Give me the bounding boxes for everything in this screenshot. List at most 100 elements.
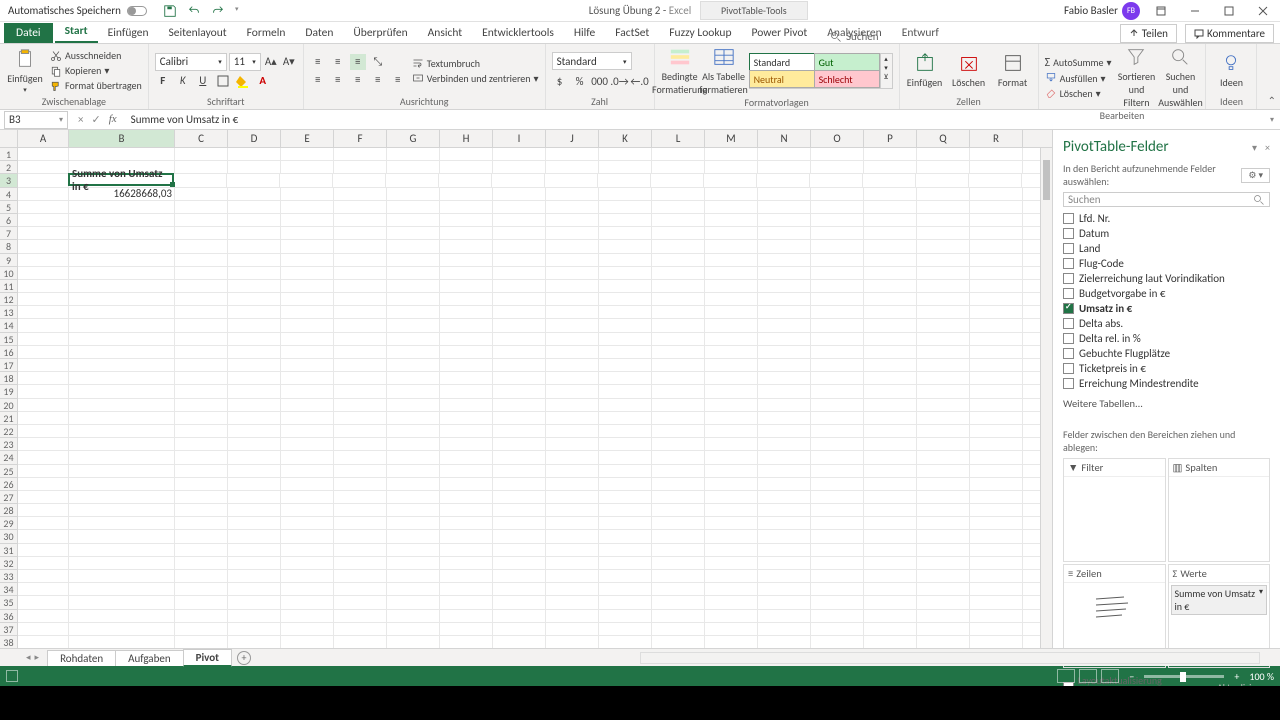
format-as-table-button[interactable]: Als Tabelle formatieren <box>705 46 743 96</box>
italic-icon[interactable]: K <box>175 73 191 89</box>
zoom-slider[interactable] <box>1144 675 1224 678</box>
row-header[interactable]: 10 <box>0 267 17 280</box>
accounting-icon[interactable]: $ <box>552 73 568 89</box>
col-header[interactable]: K <box>599 130 652 147</box>
row-header[interactable]: 36 <box>0 610 17 623</box>
pivot-field[interactable]: Delta abs. <box>1063 316 1270 331</box>
cancel-icon[interactable]: × <box>78 113 83 126</box>
checkbox-icon[interactable] <box>1063 258 1074 269</box>
row-header[interactable]: 33 <box>0 570 17 583</box>
row-header[interactable]: 18 <box>0 372 17 385</box>
pivot-field[interactable]: Delta rel. in % <box>1063 331 1270 346</box>
tab-start[interactable]: Start <box>55 21 98 43</box>
gallery-more-icon[interactable]: ⊻ <box>881 72 892 81</box>
checkbox-icon[interactable] <box>1063 288 1074 299</box>
row-header[interactable]: 23 <box>0 438 17 451</box>
col-header[interactable]: H <box>440 130 493 147</box>
minimize-icon[interactable] <box>1182 1 1208 21</box>
pivot-field[interactable]: Budgetvorgabe in € <box>1063 286 1270 301</box>
row-header[interactable]: 4 <box>0 188 17 201</box>
checkbox-icon[interactable] <box>1063 303 1074 314</box>
tab-nav-next-icon[interactable]: ▸ <box>35 652 40 663</box>
col-header[interactable]: M <box>705 130 758 147</box>
user-account[interactable]: Fabio Basler FB <box>1064 2 1140 20</box>
pivot-field[interactable]: Umsatz in € <box>1063 301 1270 316</box>
row-header[interactable]: 37 <box>0 623 17 636</box>
find-select-button[interactable]: Suchen und Auswählen <box>1161 46 1199 109</box>
tab-ueberpruefen[interactable]: Überprüfen <box>343 23 417 43</box>
tab-ansicht[interactable]: Ansicht <box>418 23 472 43</box>
fill-color-icon[interactable] <box>235 73 251 89</box>
col-header[interactable]: P <box>864 130 917 147</box>
col-header[interactable]: D <box>228 130 281 147</box>
delete-cells-button[interactable]: Löschen <box>950 52 988 89</box>
row-header[interactable]: 9 <box>0 254 17 267</box>
save-icon[interactable] <box>163 4 177 18</box>
col-header[interactable]: C <box>175 130 228 147</box>
checkbox-icon[interactable] <box>1063 378 1074 389</box>
row-header[interactable]: 29 <box>0 517 17 530</box>
row-header[interactable]: 3 <box>0 174 17 187</box>
row-header[interactable]: 32 <box>0 557 17 570</box>
pane-options-icon[interactable]: ▾ <box>1252 141 1257 154</box>
pivot-field[interactable]: Erreichung Mindestrendite <box>1063 376 1270 391</box>
bold-icon[interactable]: F <box>155 73 171 89</box>
record-macro-icon[interactable] <box>6 670 18 682</box>
paste-button[interactable]: Einfügen▾ <box>6 48 44 94</box>
vertical-scrollbar[interactable] <box>1040 148 1052 648</box>
row-header[interactable]: 22 <box>0 425 17 438</box>
tab-fuzzy[interactable]: Fuzzy Lookup <box>659 23 741 43</box>
pivot-field[interactable]: Ticketpreis in € <box>1063 361 1270 376</box>
enter-icon[interactable]: ✓ <box>91 113 100 126</box>
row-header[interactable]: 17 <box>0 359 17 372</box>
decrease-font-icon[interactable]: A▾ <box>281 54 297 70</box>
row-header[interactable]: 2 <box>0 161 17 174</box>
zoom-level[interactable]: 100 % <box>1249 670 1274 683</box>
checkbox-icon[interactable] <box>1063 363 1074 374</box>
row-header[interactable]: 7 <box>0 227 17 240</box>
row-header[interactable]: 24 <box>0 451 17 464</box>
orientation-icon[interactable]: ⤡ <box>370 54 386 70</box>
checkbox-icon[interactable] <box>1063 213 1074 224</box>
fill-button[interactable]: Ausfüllen ▾ <box>1045 72 1112 85</box>
cut-button[interactable]: Ausschneiden <box>50 49 142 62</box>
close-icon[interactable] <box>1250 1 1276 21</box>
row-header[interactable]: 6 <box>0 214 17 227</box>
ideas-button[interactable]: Ideen <box>1212 52 1250 89</box>
autosum-button[interactable]: ΣAutoSumme ▾ <box>1045 56 1112 70</box>
merge-button[interactable]: Verbinden und zentrieren ▾ <box>412 72 539 85</box>
align-left-icon[interactable]: ≡ <box>310 72 326 88</box>
tab-factset[interactable]: FactSet <box>605 23 659 43</box>
conditional-formatting-button[interactable]: Bedingte Formatierung <box>661 46 699 96</box>
row-header[interactable]: 15 <box>0 333 17 346</box>
area-columns[interactable]: ▥Spalten <box>1168 458 1271 562</box>
tab-entwicklertools[interactable]: Entwicklertools <box>472 23 564 43</box>
pane-close-icon[interactable]: × <box>1265 141 1270 154</box>
comments-button[interactable]: Kommentare <box>1185 24 1274 43</box>
ribbon-options-icon[interactable] <box>1148 1 1174 21</box>
style-neutral[interactable]: Neutral <box>749 70 815 88</box>
pivot-field[interactable]: Lfd. Nr. <box>1063 211 1270 226</box>
pane-layout-button[interactable]: ⚙▾ <box>1241 168 1270 183</box>
row-header[interactable]: 1 <box>0 148 17 161</box>
row-header[interactable]: 5 <box>0 201 17 214</box>
sheet-tab[interactable]: Aufgaben <box>115 650 183 666</box>
align-center-icon[interactable]: ≡ <box>330 72 346 88</box>
zoom-out-icon[interactable]: − <box>1129 670 1134 683</box>
decrease-decimal-icon[interactable]: ←.0 <box>632 73 648 89</box>
tab-hilfe[interactable]: Hilfe <box>564 23 605 43</box>
row-header[interactable]: 13 <box>0 306 17 319</box>
col-header[interactable]: R <box>970 130 1023 147</box>
pivot-field[interactable]: Zielerreichung laut Vorindikation <box>1063 271 1270 286</box>
comma-icon[interactable]: 000 <box>592 73 608 89</box>
format-painter-button[interactable]: Format übertragen <box>50 79 142 92</box>
row-headers[interactable]: 1234567891011121314151617181920212223242… <box>0 148 18 648</box>
col-header[interactable]: N <box>758 130 811 147</box>
row-header[interactable]: 11 <box>0 280 17 293</box>
tab-entwurf[interactable]: Entwurf <box>892 23 949 43</box>
more-tables-link[interactable]: Weitere Tabellen... <box>1063 397 1270 410</box>
row-header[interactable]: 30 <box>0 530 17 543</box>
gallery-down-icon[interactable]: ▾ <box>881 63 892 72</box>
row-header[interactable]: 34 <box>0 583 17 596</box>
sheet-tab[interactable]: Pivot <box>183 649 232 667</box>
